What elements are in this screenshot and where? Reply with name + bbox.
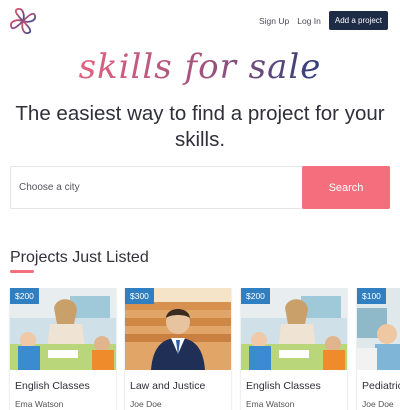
- search-bar: Search: [10, 166, 390, 209]
- tagline: The easiest way to find a project for yo…: [15, 102, 385, 151]
- script-title-text: skills for sale: [79, 47, 322, 87]
- project-card[interactable]: $100 Pediatrics Joe Doe: [357, 288, 400, 410]
- price-badge: $300: [125, 288, 154, 304]
- script-title: skills for sale: [79, 47, 322, 87]
- header: Sign Up Log In Add a project: [0, 0, 400, 42]
- price-badge: $200: [241, 288, 270, 304]
- card-title: English Classes: [246, 380, 321, 392]
- city-search-input[interactable]: [11, 167, 302, 208]
- pediatrics-image: $100: [357, 288, 400, 370]
- project-card[interactable]: $300 Law and Justice Joe Doe: [125, 288, 231, 410]
- card-author: Ema Watson: [15, 399, 64, 409]
- price-badge: $200: [10, 288, 39, 304]
- project-card[interactable]: $200 English Classes Ema Watson: [10, 288, 116, 410]
- log-in-link[interactable]: Log In: [297, 16, 321, 26]
- section-title: Projects Just Listed: [10, 249, 149, 266]
- classroom-image: $200: [10, 288, 116, 370]
- project-card[interactable]: $200 English Classes Ema Watson: [241, 288, 347, 410]
- section-underline: [10, 270, 34, 273]
- card-author: Joe Doe: [362, 399, 394, 409]
- project-cards: $200 English Classes Ema Watson $300 Law…: [0, 288, 400, 410]
- logo-icon[interactable]: [8, 6, 38, 36]
- price-badge: $100: [357, 288, 386, 304]
- card-title: Pediatrics: [362, 380, 400, 392]
- classroom-image: $200: [241, 288, 347, 370]
- card-title: English Classes: [15, 380, 90, 392]
- sign-up-link[interactable]: Sign Up: [259, 16, 289, 26]
- card-title: Law and Justice: [130, 380, 206, 392]
- add-project-button[interactable]: Add a project: [328, 11, 388, 30]
- businessman-image: $300: [125, 288, 231, 370]
- card-author: Ema Watson: [246, 399, 295, 409]
- card-author: Joe Doe: [130, 399, 162, 409]
- search-button[interactable]: Search: [302, 166, 390, 209]
- top-nav: Sign Up Log In Add a project: [259, 11, 388, 30]
